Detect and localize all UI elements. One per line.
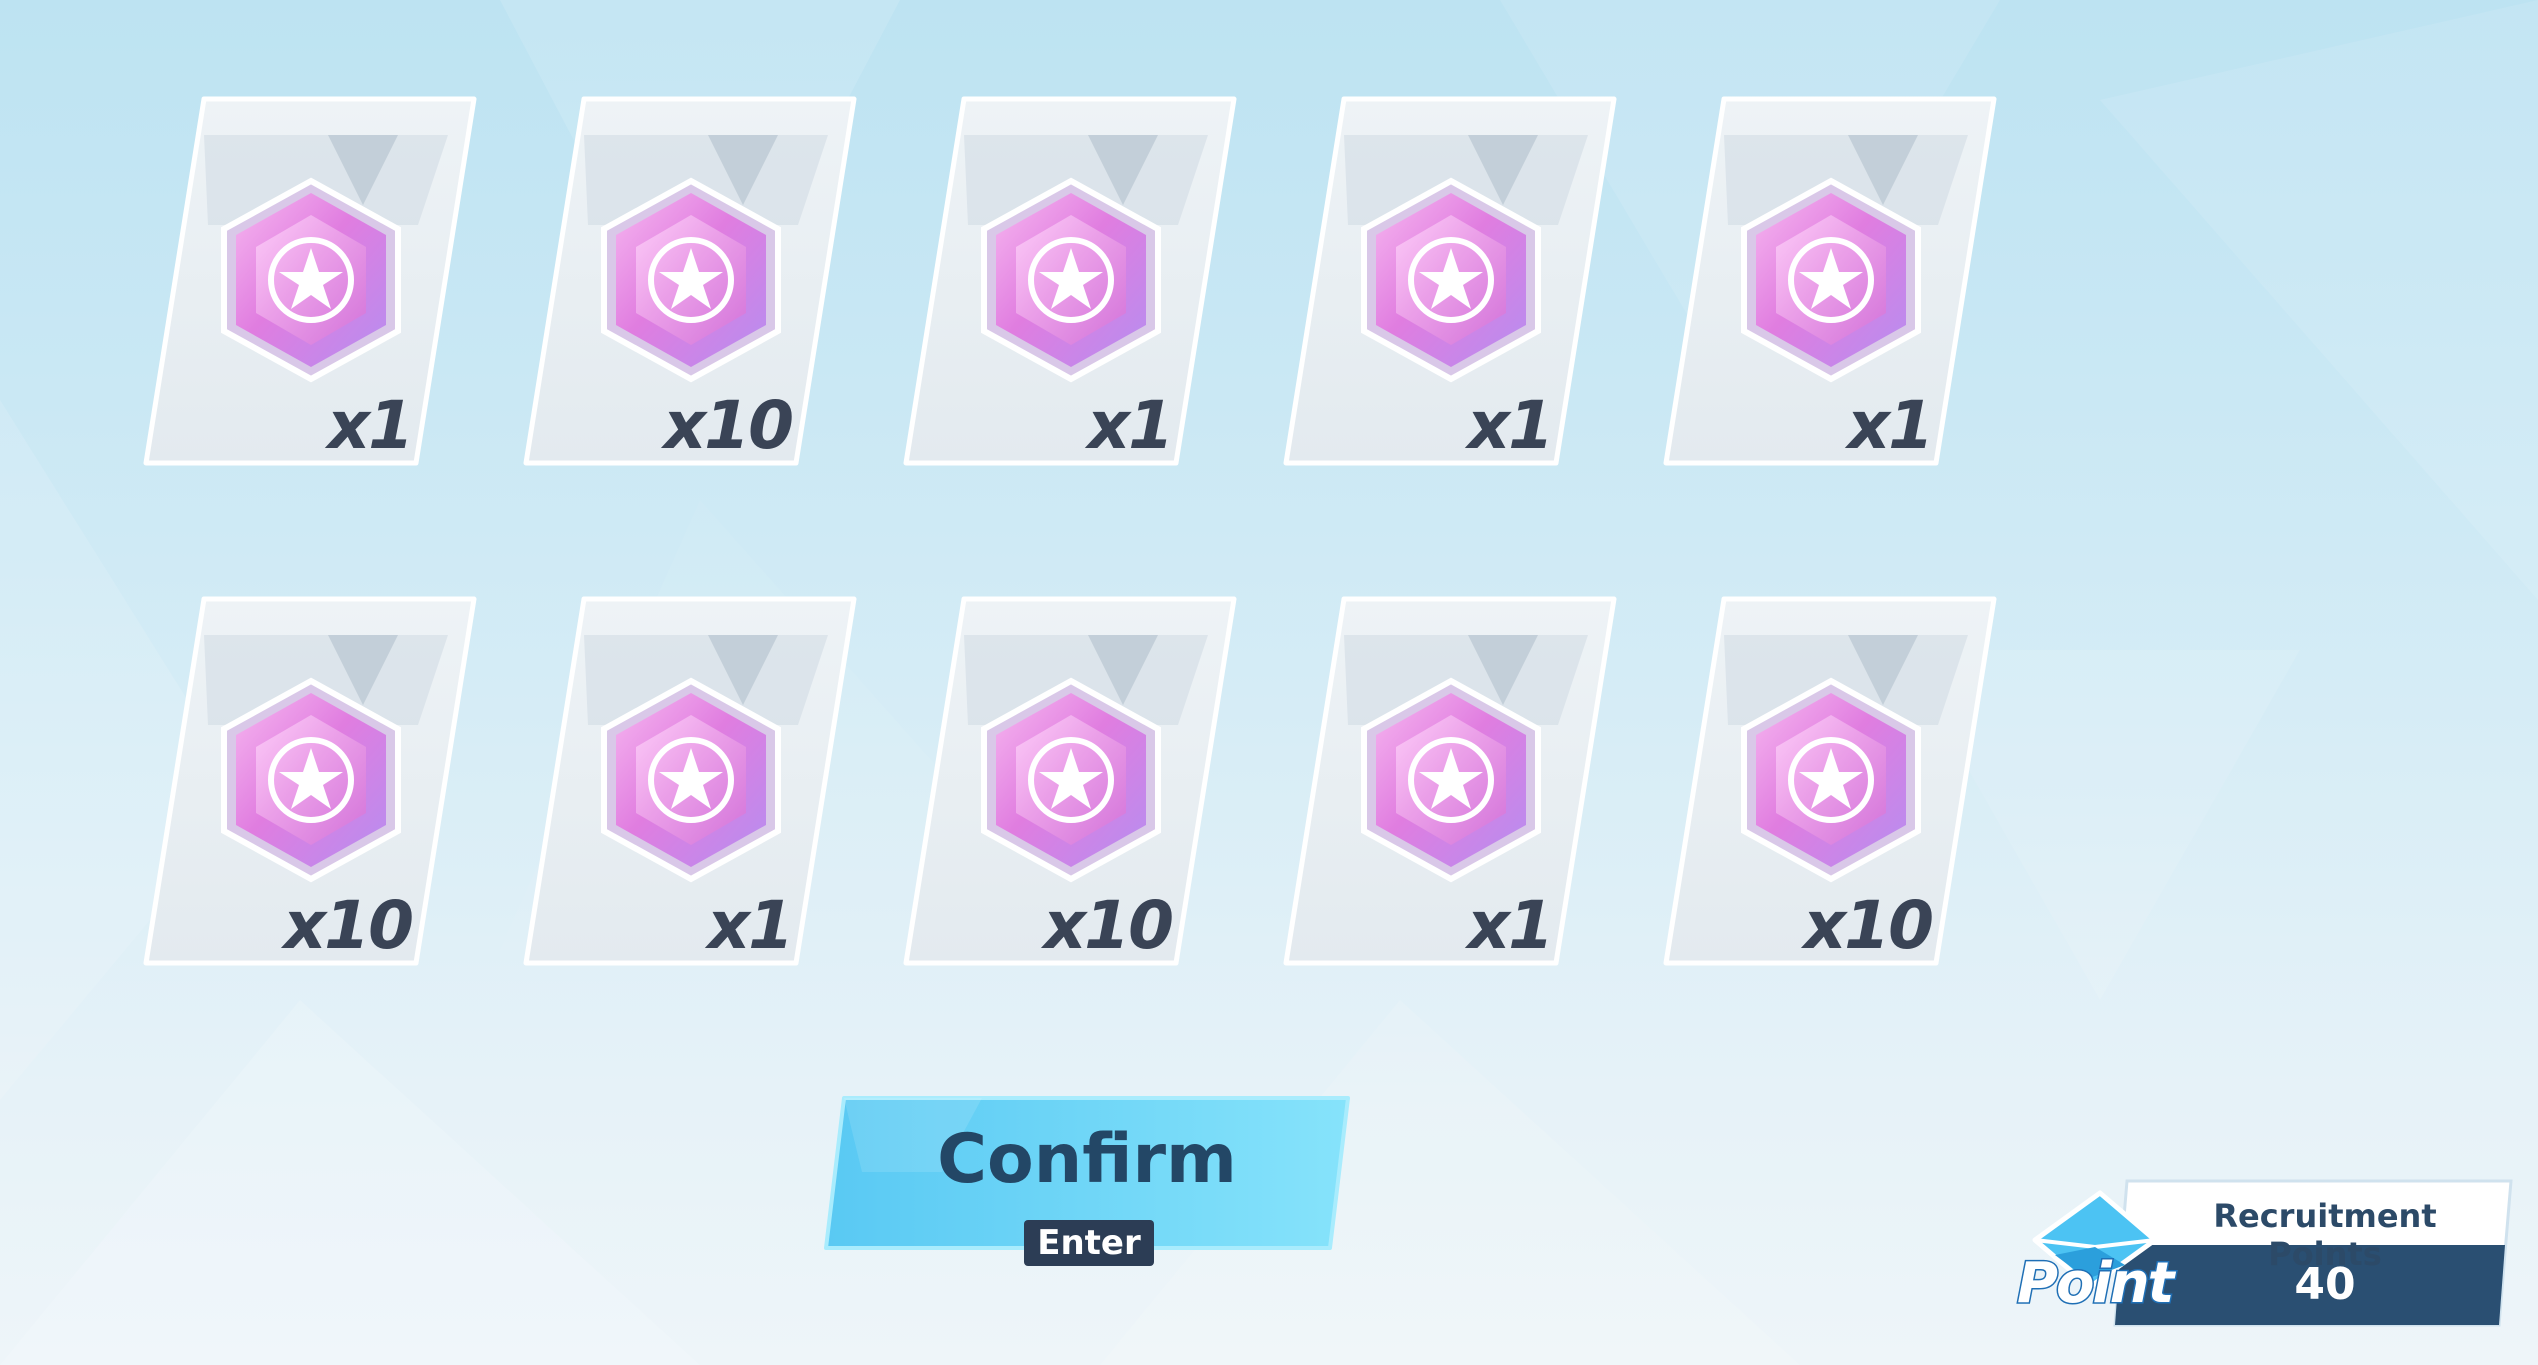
- reward-card[interactable]: x1: [1658, 95, 1998, 467]
- enter-key-hint: Enter: [1024, 1220, 1154, 1266]
- reward-card[interactable]: x10: [518, 95, 858, 467]
- gem-icon: [221, 177, 401, 383]
- reward-card[interactable]: x10: [898, 595, 1238, 967]
- quantity-label: x1: [1467, 387, 1554, 464]
- reward-card[interactable]: x10: [1658, 595, 1998, 967]
- gem-icon: [221, 677, 401, 883]
- reward-card[interactable]: x1: [518, 595, 858, 967]
- recruitment-points-panel: Point Recruitment Points 40: [2015, 1175, 2515, 1335]
- quantity-label: x1: [707, 887, 794, 964]
- quantity-label: x10: [1803, 887, 1934, 964]
- confirm-button[interactable]: Confirm Enter: [822, 1092, 1352, 1266]
- reward-card[interactable]: x1: [1278, 595, 1618, 967]
- gem-icon: [1741, 677, 1921, 883]
- reward-card[interactable]: x1: [1278, 95, 1618, 467]
- gem-icon: [1361, 677, 1541, 883]
- quantity-label: x1: [1087, 387, 1174, 464]
- gem-icon: [601, 677, 781, 883]
- recruitment-points-value: 40: [2294, 1259, 2356, 1310]
- quantity-label: x1: [1467, 887, 1554, 964]
- quantity-label: x10: [283, 887, 414, 964]
- point-icon-label: Point: [2015, 1250, 2175, 1318]
- gem-icon: [981, 177, 1161, 383]
- reward-card[interactable]: x10: [138, 595, 478, 967]
- gem-icon: [1741, 177, 1921, 383]
- reward-card[interactable]: x1: [898, 95, 1238, 467]
- quantity-label: x1: [327, 387, 414, 464]
- gem-icon: [1361, 177, 1541, 383]
- quantity-label: x10: [663, 387, 794, 464]
- gem-icon: [981, 677, 1161, 883]
- quantity-label: x10: [1043, 887, 1174, 964]
- quantity-label: x1: [1847, 387, 1934, 464]
- gem-icon: [601, 177, 781, 383]
- reward-card[interactable]: x1: [138, 95, 478, 467]
- confirm-label: Confirm: [937, 1120, 1237, 1199]
- reward-grid: x1 x10 x1 x1 x1 x10 x1 x10 x1 x10: [130, 95, 2030, 975]
